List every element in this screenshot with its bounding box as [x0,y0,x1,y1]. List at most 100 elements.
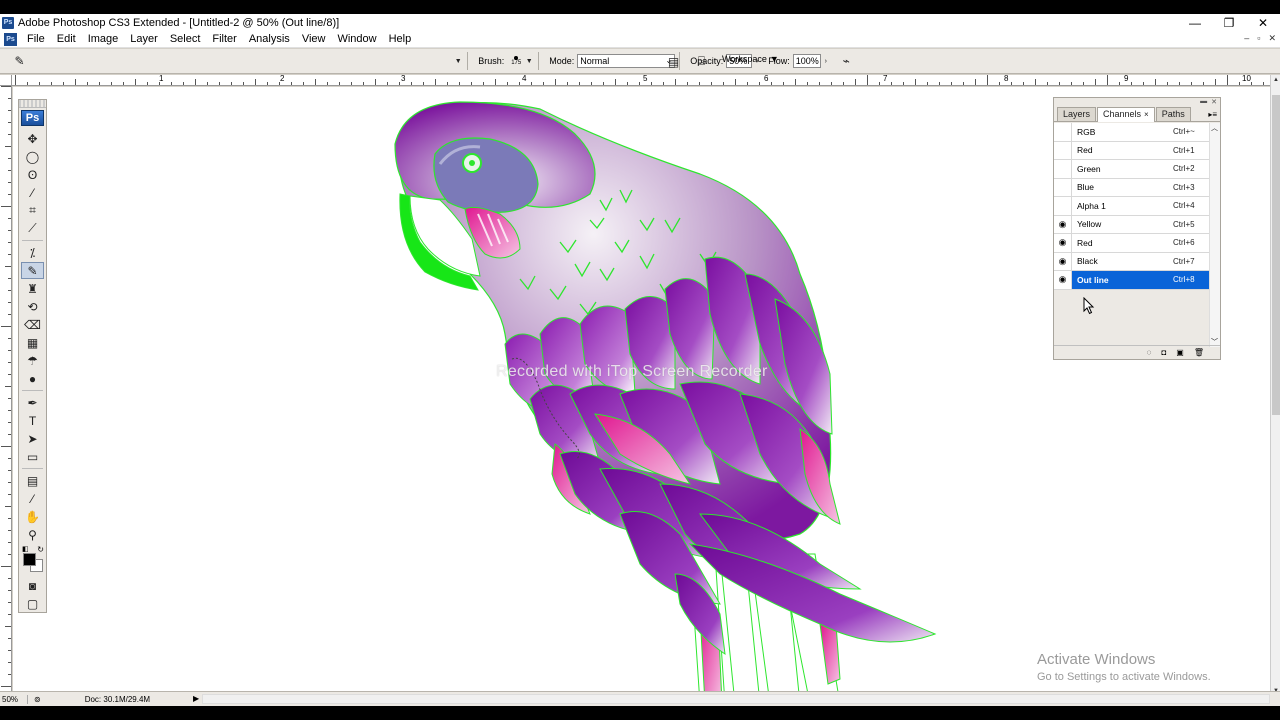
panel-grip[interactable] [19,100,46,108]
tab-layers[interactable]: Layers [1057,107,1097,121]
swap-colors-icon[interactable]: ↻ [37,545,44,554]
menu-analysis[interactable]: Analysis [243,33,296,45]
zoom-level[interactable]: 50% [0,694,28,704]
clone-stamp-tool-icon[interactable]: ♜ [21,280,44,297]
marquee-tool-icon[interactable]: ◯ [21,148,44,165]
brush-tool-icon[interactable]: ✎ [21,262,44,279]
chevron-down-icon: ▼ [769,54,779,64]
channel-row[interactable]: RGB Ctrl+~ [1054,122,1209,142]
panel-menu-icon[interactable]: ▸≡ [1208,110,1217,119]
channel-row[interactable]: ◉ Red Ctrl+6 [1054,233,1209,253]
horizontal-scrollbar[interactable] [202,694,1270,704]
recorder-watermark: Recorded with iTop Screen Recorder [496,363,768,380]
menu-filter[interactable]: Filter [206,33,242,45]
hand-tool-icon[interactable]: ✋ [21,508,44,525]
palette-well-icon[interactable]: ▤ [662,53,685,70]
mode-select[interactable]: Normal ⌄ [577,54,676,68]
type-tool-icon[interactable]: T [21,412,44,429]
close-button[interactable]: ✕ [1246,14,1280,31]
status-info-icon[interactable]: ⊚ [34,695,41,704]
channel-row[interactable]: ◉ Yellow Ctrl+5 [1054,215,1209,234]
visibility-eye-icon[interactable]: ◉ [1054,252,1072,271]
airbrush-icon[interactable]: ⌁ [835,53,858,70]
notes-tool-icon[interactable]: ▤ [21,472,44,489]
screen-mode-icon[interactable]: ▢ [21,595,44,612]
channel-row[interactable]: Green Ctrl+2 [1054,159,1209,179]
dodge-tool-icon[interactable]: ● [21,370,44,387]
eyedropper-tool-icon[interactable]: ⁄ [21,490,44,507]
delete-channel-icon[interactable]: 🗑 [1194,348,1204,357]
channel-row[interactable]: ◉ Out line Ctrl+8 [1054,270,1209,290]
menu-layer[interactable]: Layer [124,33,164,45]
channel-row[interactable]: Red Ctrl+1 [1054,141,1209,160]
crop-tool-icon[interactable]: ⌗ [21,202,44,219]
visibility-eye-icon[interactable] [1054,122,1072,141]
path-selection-tool-icon[interactable]: ➤ [21,430,44,447]
tab-close-icon[interactable]: × [1144,110,1149,119]
lasso-tool-icon[interactable]: ʘ [21,166,44,183]
move-tool-icon[interactable]: ✥ [21,130,44,147]
channel-row[interactable]: Blue Ctrl+3 [1054,178,1209,197]
visibility-eye-icon[interactable]: ◉ [1054,270,1072,289]
flow-slider-arrow-icon[interactable]: › [821,54,831,68]
slice-tool-icon[interactable]: ⟋ [21,220,44,237]
restore-button[interactable]: ❐ [1212,14,1246,31]
history-brush-tool-icon[interactable]: ⟲ [21,298,44,315]
doc-close-button[interactable]: ✕ [1268,33,1276,44]
vertical-scrollbar[interactable]: ▲ ▼ [1270,75,1280,696]
zoom-tool-icon[interactable]: ⚲ [21,526,44,543]
foreground-color-swatch[interactable] [23,553,36,566]
visibility-eye-icon[interactable] [1054,159,1072,178]
visibility-eye-icon[interactable] [1054,196,1072,215]
scroll-up-icon[interactable]: ▲ [1271,75,1280,85]
menu-select[interactable]: Select [164,33,207,45]
panel-scrollbar[interactable]: ︿ ﹀ [1209,123,1220,347]
bridge-icon[interactable]: ⌸ [690,53,713,70]
menu-edit[interactable]: Edit [51,33,82,45]
doc-minimize-button[interactable]: – [1244,33,1249,44]
blur-tool-icon[interactable]: ☂ [21,352,44,369]
new-channel-icon[interactable]: ▣ [1176,348,1184,357]
gradient-tool-icon[interactable]: ▦ [21,334,44,351]
doc-restore-button[interactable]: ▫ [1257,33,1260,44]
magic-wand-tool-icon[interactable]: ⁄ [21,184,44,201]
visibility-eye-icon[interactable]: ◉ [1054,215,1072,234]
channel-shortcut: Ctrl+2 [1173,164,1195,174]
visibility-eye-icon[interactable] [1054,141,1072,160]
tab-channels[interactable]: Channels × [1097,107,1155,122]
status-menu-arrow-icon[interactable]: ▶ [193,694,199,703]
chevron-down-icon[interactable]: ▼ [453,54,463,68]
channel-row[interactable]: Alpha 1 Ctrl+4 [1054,196,1209,216]
menu-help[interactable]: Help [383,33,418,45]
save-selection-icon[interactable]: ◘ [1161,348,1166,357]
visibility-eye-icon[interactable] [1054,178,1072,197]
activation-subtitle: Go to Settings to activate Windows. [1037,671,1211,683]
workspace-menu[interactable]: Workspace ▼ [722,54,779,64]
scroll-up-icon[interactable]: ︿ [1211,123,1218,133]
shape-tool-icon[interactable]: ▭ [21,448,44,465]
menu-window[interactable]: Window [331,33,382,45]
tab-paths[interactable]: Paths [1155,107,1191,121]
ps-logo[interactable]: Ps [21,110,44,126]
flow-input[interactable]: 100% [792,54,821,68]
brush-preview[interactable]: 175 [508,53,524,69]
scroll-thumb[interactable] [1272,95,1280,415]
menu-file[interactable]: File [21,33,51,45]
default-colors-icon[interactable]: ◧ [22,545,29,553]
quick-mask-icon[interactable]: ◙ [21,577,44,594]
app-menu-icon[interactable]: Ps [4,32,17,46]
menu-view[interactable]: View [296,33,332,45]
pen-tool-icon[interactable]: ✒ [21,394,44,411]
channel-row[interactable]: ◉ Black Ctrl+7 [1054,252,1209,271]
menu-image[interactable]: Image [82,33,125,45]
brush-picker-arrow-icon[interactable]: ▼ [524,54,534,68]
load-selection-icon[interactable]: ◌ [1147,348,1152,357]
visibility-eye-icon[interactable]: ◉ [1054,233,1072,252]
brush-tool-preset-icon[interactable]: ✎ [8,53,31,70]
panel-titlebar[interactable]: ▬ ✕ [1054,98,1220,107]
panel-collapse-icon[interactable]: ▬ [1200,98,1207,107]
panel-close-icon[interactable]: ✕ [1211,98,1217,107]
eraser-tool-icon[interactable]: ⌫ [21,316,44,333]
minimize-button[interactable]: — [1178,14,1212,31]
healing-brush-tool-icon[interactable]: ⁒ [21,244,44,261]
